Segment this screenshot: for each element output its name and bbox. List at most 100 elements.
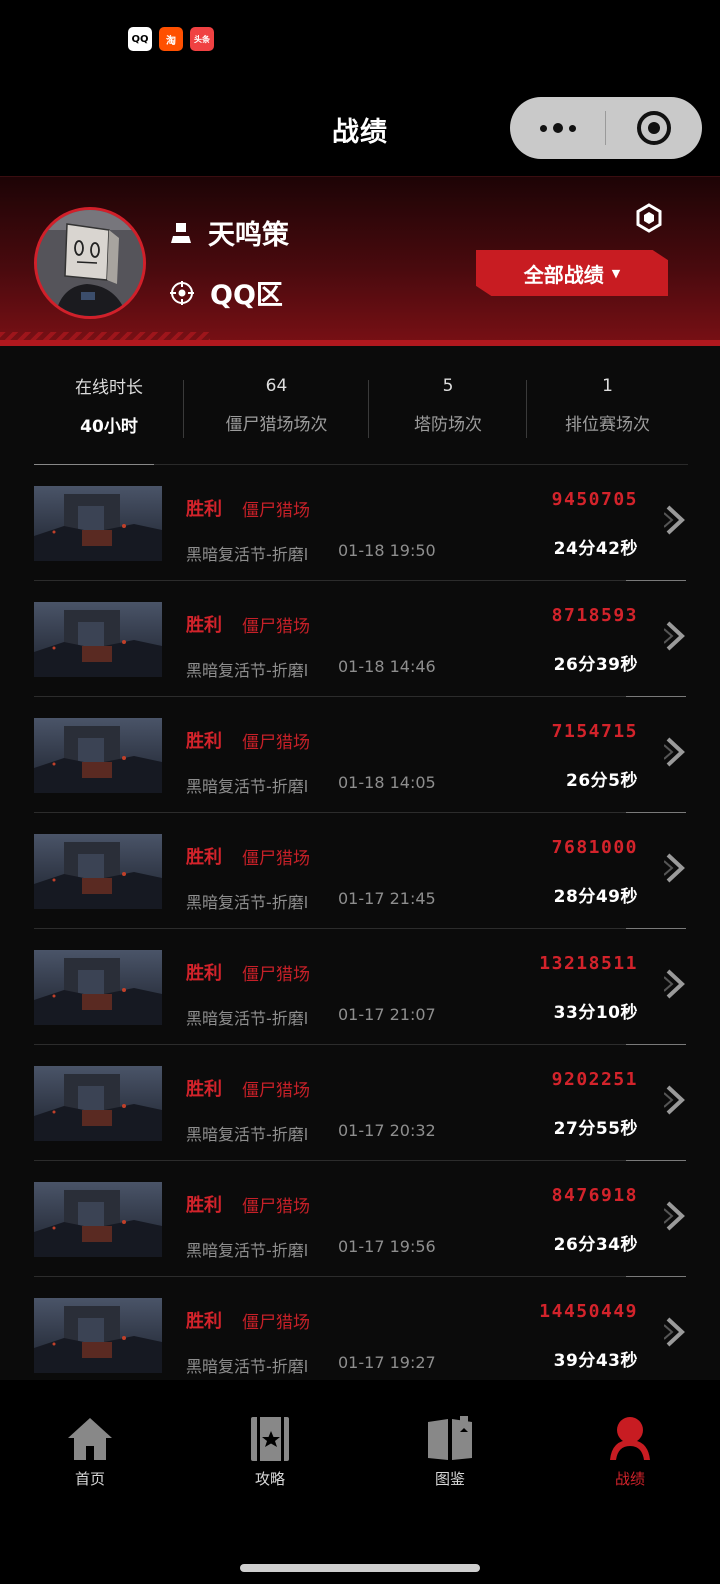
qq-app-icon: QQ [128,27,152,51]
match-list: 胜利 僵尸猎场 黑暗复活节-折磨l 01-18 19:50 9450705 24… [0,465,720,1380]
match-mode: 僵尸猎场 [242,733,310,753]
taobao-app-icon: 淘 [159,27,183,51]
zone-name: QQ区 [210,280,283,311]
match-score: 9202251 [551,1069,638,1090]
match-result: 胜利 [186,1311,222,1332]
tab-guide[interactable]: 攻略 [220,1416,320,1489]
chevron-right-icon[interactable] [664,737,688,767]
match-result: 胜利 [186,1195,222,1216]
match-map: 黑暗复活节-折磨l [186,1009,309,1028]
match-result: 胜利 [186,847,222,868]
status-bar: QQ 淘 头条 [0,0,720,80]
match-time: 01-17 21:45 [338,889,436,908]
match-row[interactable]: 胜利 僵尸猎场 黑暗复活节-折磨l 01-18 14:05 7154715 26… [0,697,720,813]
all-records-filter-button[interactable]: 全部战绩 ▼ [476,250,668,296]
chevron-right-icon[interactable] [664,853,688,883]
match-row[interactable]: 胜利 僵尸猎场 黑暗复活节-折磨l 01-17 19:27 14450449 3… [0,1277,720,1380]
match-duration: 33分10秒 [553,1003,638,1023]
person-icon [171,222,191,243]
match-row[interactable]: 胜利 僵尸猎场 黑暗复活节-折磨l 01-18 19:50 9450705 24… [0,465,720,581]
match-mode: 僵尸猎场 [242,965,310,985]
decorative-hatch [0,332,210,340]
caret-down-icon: ▼ [611,266,621,280]
chevron-right-icon[interactable] [664,505,688,535]
match-score: 8718593 [551,605,638,626]
match-mode: 僵尸猎场 [242,1197,310,1217]
more-dot-icon [568,124,576,132]
match-result: 胜利 [186,499,222,520]
records-content[interactable]: 在线时长 40小时 64 僵尸猎场场次 5 塔防场次 1 排位赛场次 胜利 僵尸… [0,346,720,1380]
match-score: 7681000 [551,837,638,858]
match-time: 01-17 20:32 [338,1121,436,1140]
tab-label: 攻略 [254,1470,285,1488]
chevron-right-icon[interactable] [664,1085,688,1115]
miniprogram-capsule [510,97,702,159]
match-duration: 24分42秒 [553,539,638,559]
match-row[interactable]: 胜利 僵尸猎场 黑暗复活节-折磨l 01-18 14:46 8718593 26… [0,581,720,697]
tab-collection[interactable]: 图鉴 [400,1416,500,1489]
match-score: 13218511 [539,953,638,974]
tab-label: 战绩 [614,1470,645,1488]
map-thumbnail [34,1298,162,1373]
match-row[interactable]: 胜利 僵尸猎场 黑暗复活节-折磨l 01-17 19:56 8476918 26… [0,1161,720,1277]
map-thumbnail [34,1066,162,1141]
tab-label: 首页 [74,1470,105,1488]
close-miniprogram-button[interactable] [606,111,702,145]
home-icon [68,1418,112,1460]
stat-ranked: 1 排位赛场次 [527,346,688,464]
match-duration: 26分5秒 [566,771,638,791]
toutiao-app-icon: 头条 [190,27,214,51]
player-name-row: 天鸣策 [170,213,289,252]
stat-online-time: 在线时长 40小时 [34,346,184,464]
match-row[interactable]: 胜利 僵尸猎场 黑暗复活节-折磨l 01-17 21:45 7681000 28… [0,813,720,929]
match-score: 7154715 [551,721,638,742]
stat-label: 塔防场次 [414,414,482,435]
stat-tower-defense: 5 塔防场次 [369,346,527,464]
match-duration: 26分34秒 [553,1235,638,1255]
match-time: 01-17 21:07 [338,1005,436,1024]
match-map: 黑暗复活节-折磨l [186,777,309,796]
match-result: 胜利 [186,963,222,984]
match-mode: 僵尸猎场 [242,501,310,521]
match-map: 黑暗复活节-折磨l [186,545,309,564]
map-thumbnail [34,602,162,677]
match-time: 01-18 19:50 [338,541,436,560]
tab-home[interactable]: 首页 [40,1416,140,1489]
home-indicator[interactable] [240,1564,480,1572]
settings-hexagon-icon[interactable] [634,203,664,233]
match-score: 9450705 [551,489,638,510]
match-result: 胜利 [186,1079,222,1100]
match-result: 胜利 [186,615,222,636]
match-row[interactable]: 胜利 僵尸猎场 黑暗复活节-折磨l 01-17 20:32 9202251 27… [0,1045,720,1161]
match-row[interactable]: 胜利 僵尸猎场 黑暗复活节-折磨l 01-17 21:07 13218511 3… [0,929,720,1045]
stat-label: 僵尸猎场场次 [225,414,328,435]
chevron-right-icon[interactable] [664,621,688,651]
match-score: 14450449 [539,1301,638,1322]
filter-label: 全部战绩 [523,262,604,287]
match-duration: 39分43秒 [553,1351,638,1371]
chevron-right-icon[interactable] [664,969,688,999]
avatar[interactable] [34,207,146,319]
match-map: 黑暗复活节-折磨l [186,1357,309,1376]
zone-row: QQ区 [170,273,283,312]
match-duration: 27分55秒 [553,1119,638,1139]
chevron-right-icon[interactable] [664,1201,688,1231]
stat-value: 5 [442,375,454,396]
profile-header: 天鸣策 QQ区 全部战绩 ▼ [0,176,720,346]
player-name: 天鸣策 [208,220,289,251]
match-time: 01-18 14:05 [338,773,436,792]
book-icon [428,1416,472,1460]
tab-label: 图鉴 [434,1470,465,1488]
map-thumbnail [34,834,162,909]
more-menu-button[interactable] [510,123,605,133]
match-time: 01-17 19:56 [338,1237,436,1256]
match-map: 黑暗复活节-折磨l [186,1125,309,1144]
match-time: 01-18 14:46 [338,657,436,676]
match-mode: 僵尸猎场 [242,849,310,869]
map-thumbnail [34,950,162,1025]
match-time: 01-17 19:27 [338,1353,436,1372]
stat-label: 在线时长 [75,378,143,398]
match-mode: 僵尸猎场 [242,1081,310,1101]
tab-records[interactable]: 战绩 [580,1416,680,1489]
chevron-right-icon[interactable] [664,1317,688,1347]
